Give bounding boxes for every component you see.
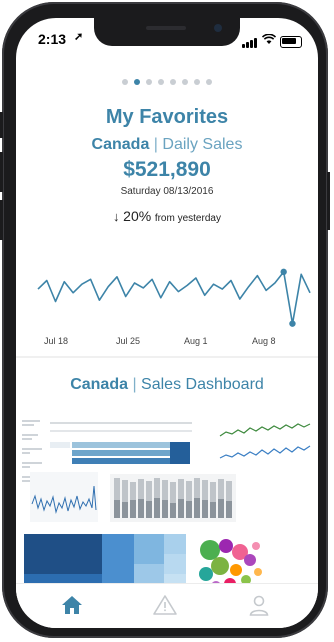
page-dot[interactable] — [170, 79, 176, 85]
notch — [94, 18, 240, 46]
battery-icon — [280, 36, 302, 48]
screen: 2:13 ➚ My Favorites Canada | Daily Sales — [16, 18, 318, 628]
dashboard-name: Sales Dashboard — [141, 376, 264, 393]
dashboard-title: Canada | Sales Dashboard — [16, 376, 318, 394]
change-percent: 20% — [123, 208, 152, 224]
dashboard-region: Canada — [70, 376, 128, 393]
status-icons — [242, 32, 302, 48]
volume-down-button — [0, 200, 3, 240]
gross-profit-chart — [110, 474, 236, 522]
tab-bar — [16, 583, 318, 628]
x-tick-label: Aug 1 — [184, 336, 208, 346]
dashboard-thumbnail[interactable] — [20, 400, 314, 594]
change-indicator: ↓ 20% from yesterday — [16, 208, 318, 224]
camera — [214, 24, 222, 32]
location-arrow-icon: ➚ — [74, 31, 84, 43]
page-dot[interactable] — [146, 79, 152, 85]
product-category-table — [50, 422, 192, 464]
page-dot[interactable] — [122, 79, 128, 85]
phone-frame: 2:13 ➚ My Favorites Canada | Daily Sales — [0, 2, 330, 638]
page-indicator[interactable] — [16, 72, 318, 90]
home-icon — [62, 596, 82, 614]
daily-sales-thumbnail — [30, 472, 98, 522]
highlight-point[interactable] — [280, 268, 287, 276]
divider — [16, 356, 318, 358]
silent-switch — [0, 112, 3, 138]
volume-up-button — [0, 152, 3, 192]
page-dot[interactable] — [206, 79, 212, 85]
x-tick-label: Jul 25 — [116, 336, 141, 346]
x-tick-label: Jul 18 — [44, 336, 69, 346]
speaker — [146, 26, 186, 30]
region-name: Canada — [91, 136, 150, 153]
daily-sales-chart[interactable] — [16, 254, 318, 344]
chart-x-axis: Jul 18 Jul 25 Aug 1 Aug 8 — [16, 336, 318, 350]
sales-value: $521,890 — [123, 158, 211, 181]
wifi-icon — [261, 33, 277, 48]
separator: | — [153, 136, 158, 153]
change-label: from yesterday — [154, 213, 221, 224]
alert-triangle-icon — [153, 595, 177, 615]
tab-home[interactable] — [60, 594, 90, 618]
power-button — [327, 172, 330, 230]
down-arrow-icon: ↓ — [113, 209, 120, 224]
sales-line — [37, 271, 311, 325]
page-dot[interactable] — [134, 79, 140, 85]
sales-date: Saturday 08/13/2016 — [120, 186, 214, 197]
page-title: My Favorites — [105, 106, 229, 128]
dashboard-separator: | — [132, 376, 137, 393]
signal-icon — [242, 32, 258, 48]
tab-alerts[interactable] — [152, 594, 182, 618]
metric-heading: Canada | Daily Sales — [16, 136, 318, 154]
page-dot[interactable] — [194, 79, 200, 85]
status-time: 2:13 — [38, 31, 67, 47]
page-dot[interactable] — [182, 79, 188, 85]
person-icon — [249, 595, 269, 616]
sales-profit-sparklines — [219, 423, 311, 459]
page-dot[interactable] — [158, 79, 164, 85]
metric-name: Daily Sales — [162, 136, 243, 153]
tab-profile[interactable] — [248, 594, 278, 618]
x-tick-label: Aug 8 — [252, 336, 276, 346]
highlight-point[interactable] — [289, 320, 296, 327]
